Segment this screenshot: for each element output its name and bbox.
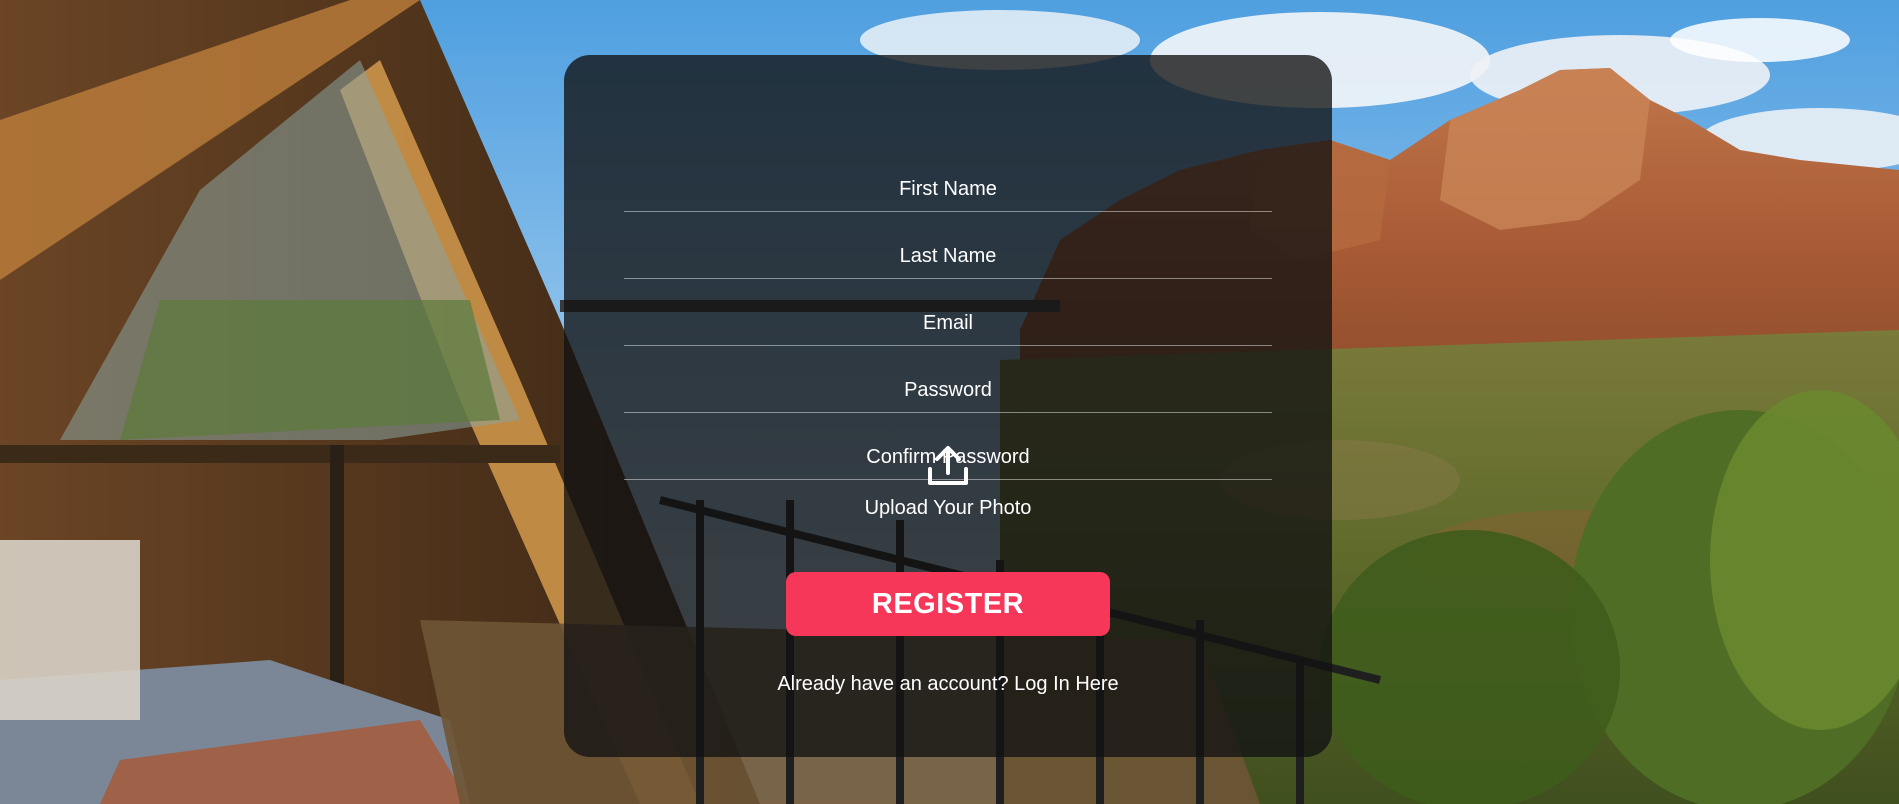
upload-photo-button[interactable]: Upload Your Photo — [798, 445, 1098, 525]
first-name-field — [624, 145, 1272, 212]
login-prompt: Already have an account? Log In Here — [564, 673, 1332, 696]
email-field — [624, 279, 1272, 346]
login-link[interactable]: Log In Here — [1014, 673, 1119, 695]
upload-icon — [926, 445, 970, 487]
register-card: Upload Your Photo REGISTER Already have … — [564, 55, 1332, 757]
login-prompt-text: Already have an account? — [777, 673, 1009, 695]
upload-photo-label: Upload Your Photo — [864, 497, 1032, 519]
password-input[interactable] — [624, 346, 1272, 412]
last-name-input[interactable] — [624, 212, 1272, 278]
first-name-input[interactable] — [624, 145, 1272, 211]
email-input[interactable] — [624, 279, 1272, 345]
password-field — [624, 346, 1272, 413]
last-name-field — [624, 212, 1272, 279]
register-button[interactable]: REGISTER — [786, 572, 1110, 636]
